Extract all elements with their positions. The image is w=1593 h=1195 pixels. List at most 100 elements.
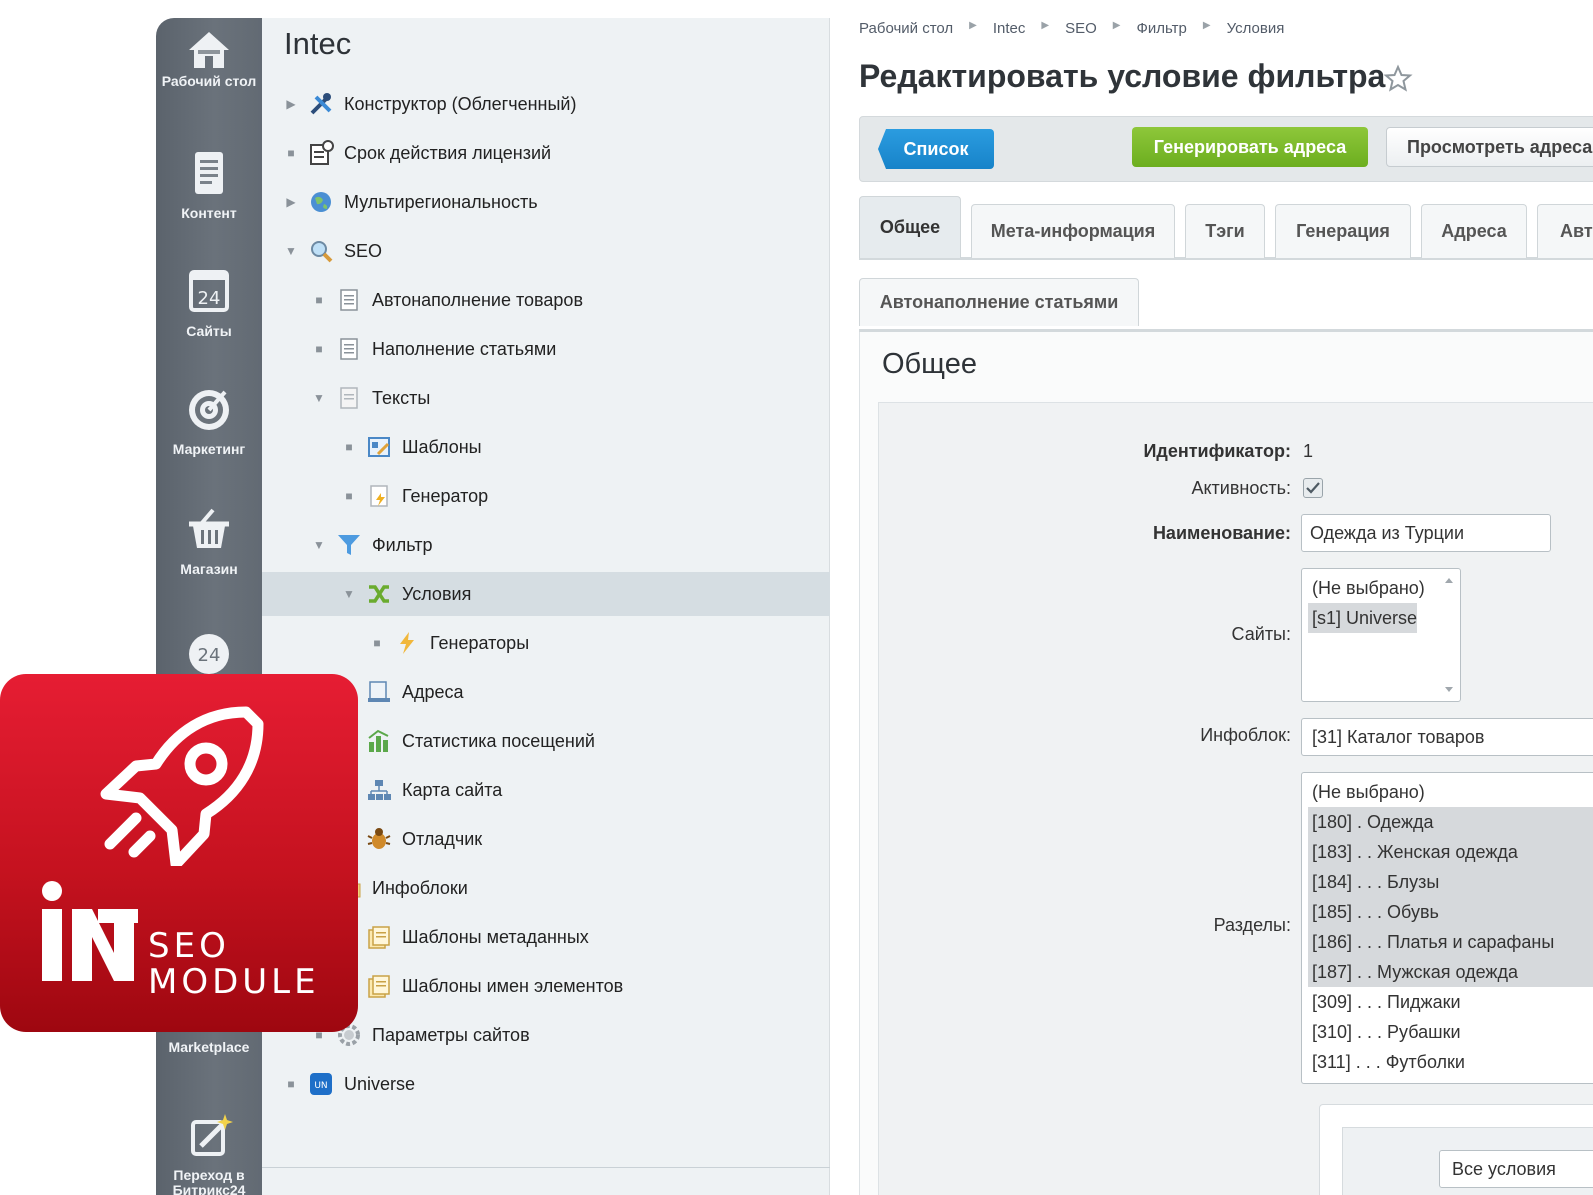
rail-item-switch-bitrix24[interactable]: Переход в Битрикс24 xyxy=(156,1112,262,1195)
view-addresses-button[interactable]: Просмотреть адреса xyxy=(1386,127,1593,167)
rail-label-marketplace: Marketplace xyxy=(168,1039,250,1055)
bullet-icon: ■ xyxy=(345,489,353,503)
sites-option[interactable]: (Не выбрано) xyxy=(1308,573,1425,603)
iblock-label: Инфоблок: xyxy=(1200,725,1291,745)
collapse-arrow-icon[interactable]: ▼ xyxy=(342,587,356,601)
tree-item-label: Параметры сайтов xyxy=(372,1024,530,1045)
tab-generation[interactable]: Генерация xyxy=(1275,204,1411,258)
breadcrumb-item-seo[interactable]: SEO xyxy=(1065,20,1097,37)
section-option[interactable]: [310] . . . Рубашки xyxy=(1308,1017,1593,1047)
seo-module-badge: SEO MODULE xyxy=(0,674,358,1032)
page-icon xyxy=(336,287,362,313)
tree-item-conditions[interactable]: ▼ Условия xyxy=(262,572,830,616)
tree-item-label: Фильтр xyxy=(372,534,433,555)
tree-item-addresses[interactable]: ■ Адреса xyxy=(342,670,464,714)
sites-multiselect[interactable]: (Не выбрано) [s1] Universe xyxy=(1301,568,1461,702)
bullet-icon: ■ xyxy=(315,342,323,356)
breadcrumb-item-filter[interactable]: Фильтр xyxy=(1137,20,1187,37)
target-icon xyxy=(189,390,229,430)
tab-addresses[interactable]: Адреса xyxy=(1421,204,1527,258)
collapse-arrow-icon[interactable]: ▼ xyxy=(284,244,298,258)
page-icon xyxy=(336,336,362,362)
section-option-selected[interactable]: [185] . . . Обувь xyxy=(1308,897,1593,927)
scrollbar[interactable] xyxy=(1438,569,1460,701)
calendar-24-icon: 24 xyxy=(189,270,229,312)
tree-item-generator[interactable]: ■ Генератор xyxy=(342,474,488,518)
tree-item-texts[interactable]: ▼ Тексты xyxy=(312,376,430,420)
tab-meta-info[interactable]: Мета-информация xyxy=(971,204,1175,258)
conditions-select[interactable]: Все условия xyxy=(1439,1150,1593,1188)
section-option-selected[interactable]: [187] . . Мужская одежда xyxy=(1308,957,1593,987)
breadcrumb-item-conditions[interactable]: Условия xyxy=(1227,20,1285,37)
section-option-selected[interactable]: [183] . . Женская одежда xyxy=(1308,837,1593,867)
page-icon xyxy=(336,385,362,411)
tree-item-filter[interactable]: ▼ Фильтр xyxy=(312,523,432,567)
breadcrumb-item-desktop[interactable]: Рабочий стол xyxy=(859,20,953,37)
svg-text:UN: UN xyxy=(314,1081,327,1091)
section-option-selected[interactable]: [186] . . . Платья и сарафаны xyxy=(1308,927,1593,957)
badge-title-seo: SEO xyxy=(148,926,230,966)
tree-item-universe[interactable]: ■ UN Universe xyxy=(284,1062,415,1106)
rail-item-marketplace[interactable]: Marketplace xyxy=(156,1040,262,1055)
tree-item-label: Отладчик xyxy=(402,828,483,849)
tree-item-license[interactable]: ■ Срок действия лицензий xyxy=(284,131,551,175)
bug-icon xyxy=(366,826,392,852)
rail-item-shop[interactable]: Магазин xyxy=(156,506,262,577)
tree-item-constructor[interactable]: ▶ Конструктор (Облегченный) xyxy=(284,82,576,126)
main-content: Рабочий стол ▶ Intec ▶ SEO ▶ Фильтр ▶ Ус… xyxy=(831,0,1593,1195)
tree-item-label: Инфоблоки xyxy=(372,877,468,898)
tab-auto[interactable]: Авто xyxy=(1537,204,1593,258)
tab-article-autofill[interactable]: Автонаполнение статьями xyxy=(859,278,1139,326)
rail-item-sites[interactable]: 24 Сайты xyxy=(156,268,262,339)
section-option[interactable]: [311] . . . Футболки xyxy=(1308,1047,1593,1077)
breadcrumb-separator-icon: ▶ xyxy=(1202,20,1211,31)
magic-pen-icon xyxy=(191,1114,233,1156)
tree-item-seo[interactable]: ▼ SEO xyxy=(284,229,382,273)
active-checkbox[interactable] xyxy=(1303,478,1323,498)
section-option[interactable]: [309] . . . Пиджаки xyxy=(1308,987,1593,1017)
tree-item-label: Генераторы xyxy=(430,632,530,653)
expand-arrow-icon[interactable]: ▶ xyxy=(284,195,298,209)
form-tabs-row2: Автонаполнение статьями xyxy=(859,278,1593,332)
basket-icon xyxy=(189,508,229,548)
tree-item-templates[interactable]: ■ Шаблоны xyxy=(342,425,482,469)
rail-item-marketing[interactable]: Маркетинг xyxy=(156,384,262,457)
tree-item-multiregional[interactable]: ▶ Мультирегиональность xyxy=(284,180,538,224)
tree-item-visit-stats[interactable]: ■ Статистика посещений xyxy=(342,719,595,763)
active-label: Активность: xyxy=(1191,478,1291,498)
section-option-selected[interactable]: [180] . Одежда xyxy=(1308,807,1593,837)
breadcrumb-separator-icon: ▶ xyxy=(969,20,977,31)
iblock-select[interactable]: [31] Каталог товаров xyxy=(1301,718,1593,756)
tree-item-label: Universe xyxy=(344,1073,416,1094)
list-button[interactable]: Список xyxy=(878,129,994,169)
sections-multiselect[interactable]: (Не выбрано) [180] . Одежда [183] . . Же… xyxy=(1301,772,1593,1084)
rail-item-bitrix24[interactable]: 24 xyxy=(156,630,262,678)
tree-item-label: Срок действия лицензий xyxy=(344,142,552,163)
name-input[interactable]: Одежда из Турции xyxy=(1301,514,1551,552)
tree-item-meta-templates[interactable]: ■ Шаблоны метаданных xyxy=(342,915,589,959)
tree-item-label: Шаблоны имен элементов xyxy=(402,975,624,996)
tree-item-articles-fill[interactable]: ■ Наполнение статьями xyxy=(312,327,556,371)
tree-item-element-name-templates[interactable]: ■ Шаблоны имен элементов xyxy=(342,964,623,1008)
sitemap-icon xyxy=(366,777,392,803)
tab-tags[interactable]: Тэги xyxy=(1185,204,1265,258)
conditions-block: Все условия xyxy=(1319,1104,1593,1195)
generate-addresses-button[interactable]: Генерировать адреса xyxy=(1132,127,1368,167)
section-option-selected[interactable]: [184] . . . Блузы xyxy=(1308,867,1593,897)
sites-option-selected[interactable]: [s1] Universe xyxy=(1308,603,1418,633)
tree-item-debugger[interactable]: ■ Отладчик xyxy=(342,817,482,861)
tree-item-autofill-products[interactable]: ■ Автонаполнение товаров xyxy=(312,278,583,322)
rail-item-content[interactable]: Контент xyxy=(156,150,262,221)
favorite-star-icon[interactable] xyxy=(1383,64,1413,94)
tree-item-generators[interactable]: ■ Генераторы xyxy=(370,621,529,665)
tree-item-sitemap[interactable]: ■ Карта сайта xyxy=(342,768,502,812)
tree-item-label: Шаблоны метаданных xyxy=(402,926,589,947)
rail-item-desktop[interactable]: Рабочий стол xyxy=(156,26,262,89)
tab-general[interactable]: Общее xyxy=(859,196,961,258)
collapse-arrow-icon[interactable]: ▼ xyxy=(312,538,326,552)
section-option[interactable]: (Не выбрано) xyxy=(1308,777,1593,807)
expand-arrow-icon[interactable]: ▶ xyxy=(284,97,298,111)
collapse-arrow-icon[interactable]: ▼ xyxy=(312,391,326,405)
bullet-icon: ■ xyxy=(345,440,353,454)
breadcrumb-item-intec[interactable]: Intec xyxy=(993,20,1026,37)
